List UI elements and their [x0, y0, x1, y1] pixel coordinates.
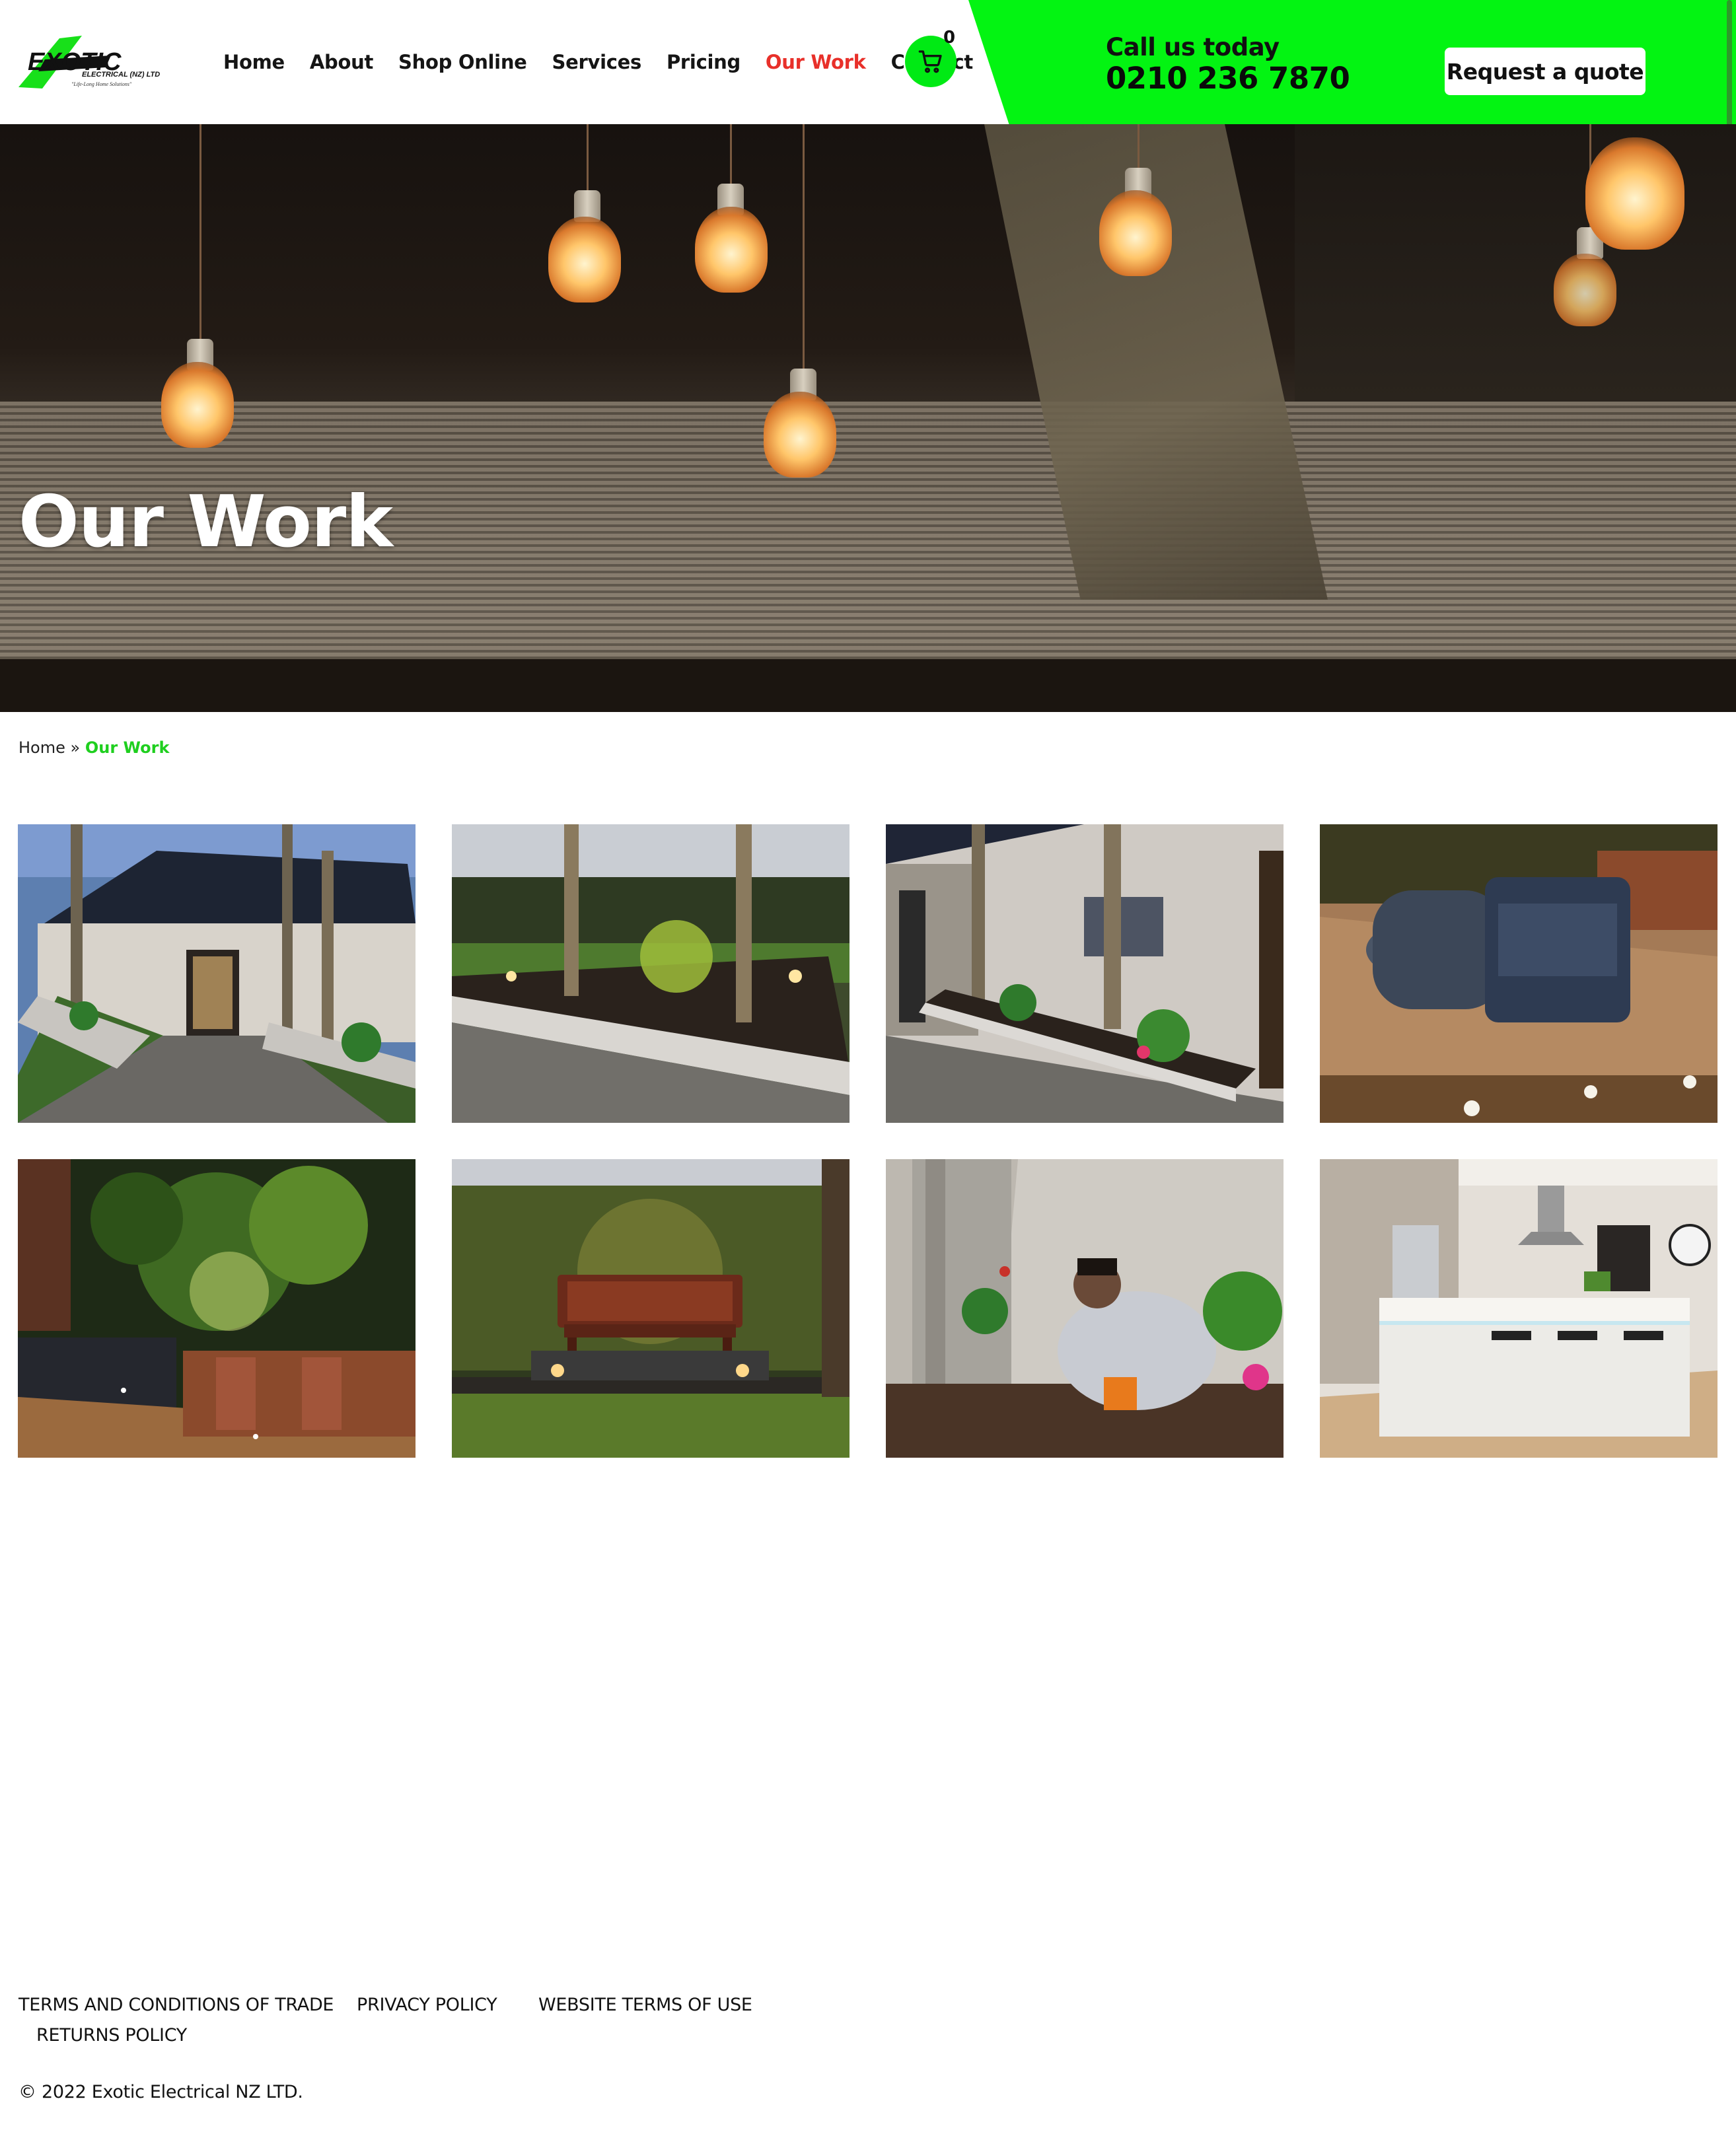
nav-home[interactable]: Home	[223, 51, 285, 73]
shopping-cart-icon	[918, 50, 942, 73]
pendant-bulb	[1585, 137, 1684, 250]
footer-link-terms-of-trade[interactable]: TERMS AND CONDITIONS OF TRADE	[18, 1995, 334, 2015]
kitchen-photo	[1320, 1159, 1718, 1458]
gallery-image-house-side[interactable]	[886, 824, 1284, 1123]
gallery-image-planting[interactable]	[886, 1159, 1284, 1458]
footer-link-website-terms[interactable]: WEBSITE TERMS OF USE	[538, 1995, 752, 2015]
svg-text:ELECTRICAL (NZ) LTD: ELECTRICAL (NZ) LTD	[82, 71, 160, 79]
pendant-bulb	[548, 217, 621, 303]
pendant-bulb	[764, 392, 836, 478]
exotic-electrical-logo[interactable]: EXOTIC ELECTRICAL (NZ) LTD "Life-Long Ho…	[18, 33, 203, 92]
bulb-wire	[730, 124, 732, 187]
pendant-bulb	[695, 207, 768, 293]
nav-our-work[interactable]: Our Work	[766, 51, 866, 73]
pendant-bulb	[1554, 254, 1616, 326]
breadcrumb-separator: »	[70, 738, 81, 757]
nav-shop-online[interactable]: Shop Online	[398, 51, 527, 73]
hero-banner: Our Work	[0, 124, 1736, 712]
tropical-garden-photo	[18, 1159, 416, 1458]
breadcrumb: Home » Our Work	[18, 738, 169, 757]
gallery-image-garden-bench[interactable]	[452, 1159, 850, 1458]
gallery-image-tropical-garden[interactable]	[18, 1159, 416, 1458]
page-title: Our Work	[18, 481, 393, 563]
house-side-photo	[886, 824, 1284, 1123]
planting-photo	[886, 1159, 1284, 1458]
breadcrumb-current: Our Work	[85, 738, 170, 757]
hero-shelf	[0, 659, 1736, 712]
main-nav: Home About Shop Online Services Pricing …	[223, 46, 998, 78]
phone-number[interactable]: 0210 236 7870	[1106, 61, 1350, 96]
pendant-bulb	[1099, 190, 1172, 276]
cart-count-badge: 0	[943, 28, 956, 48]
garden-bench-photo	[452, 1159, 850, 1458]
request-quote-button[interactable]: Request a quote	[1445, 48, 1646, 95]
nav-services[interactable]: Services	[552, 51, 642, 73]
bulb-wire	[1138, 124, 1139, 170]
pendant-bulb	[161, 362, 234, 448]
gallery-image-house-front[interactable]	[18, 824, 416, 1123]
nav-pricing[interactable]: Pricing	[667, 51, 741, 73]
outdoor-furniture-photo	[1320, 824, 1718, 1123]
call-us-label: Call us today	[1106, 33, 1280, 61]
house-front-photo	[18, 824, 416, 1123]
gallery-image-outdoor-furniture[interactable]	[1320, 824, 1718, 1123]
svg-text:"Life-Long Home Solutions": "Life-Long Home Solutions"	[71, 81, 132, 87]
scrollbar[interactable]	[1727, 0, 1732, 139]
gallery-image-garden-bed[interactable]	[452, 824, 850, 1123]
work-gallery	[18, 824, 1719, 1458]
gallery-image-kitchen[interactable]	[1320, 1159, 1718, 1458]
footer-link-returns-policy[interactable]: RETURNS POLICY	[36, 2025, 187, 2046]
nav-about[interactable]: About	[310, 51, 373, 73]
footer-link-privacy-policy[interactable]: PRIVACY POLICY	[357, 1995, 497, 2015]
garden-bed-photo	[452, 824, 850, 1123]
bulb-wire	[803, 124, 805, 369]
bulb-wire	[199, 124, 201, 342]
bulb-wire	[587, 124, 589, 190]
copyright-text: © 2022 Exotic Electrical NZ LTD.	[18, 2082, 303, 2102]
breadcrumb-home[interactable]: Home	[18, 738, 65, 757]
